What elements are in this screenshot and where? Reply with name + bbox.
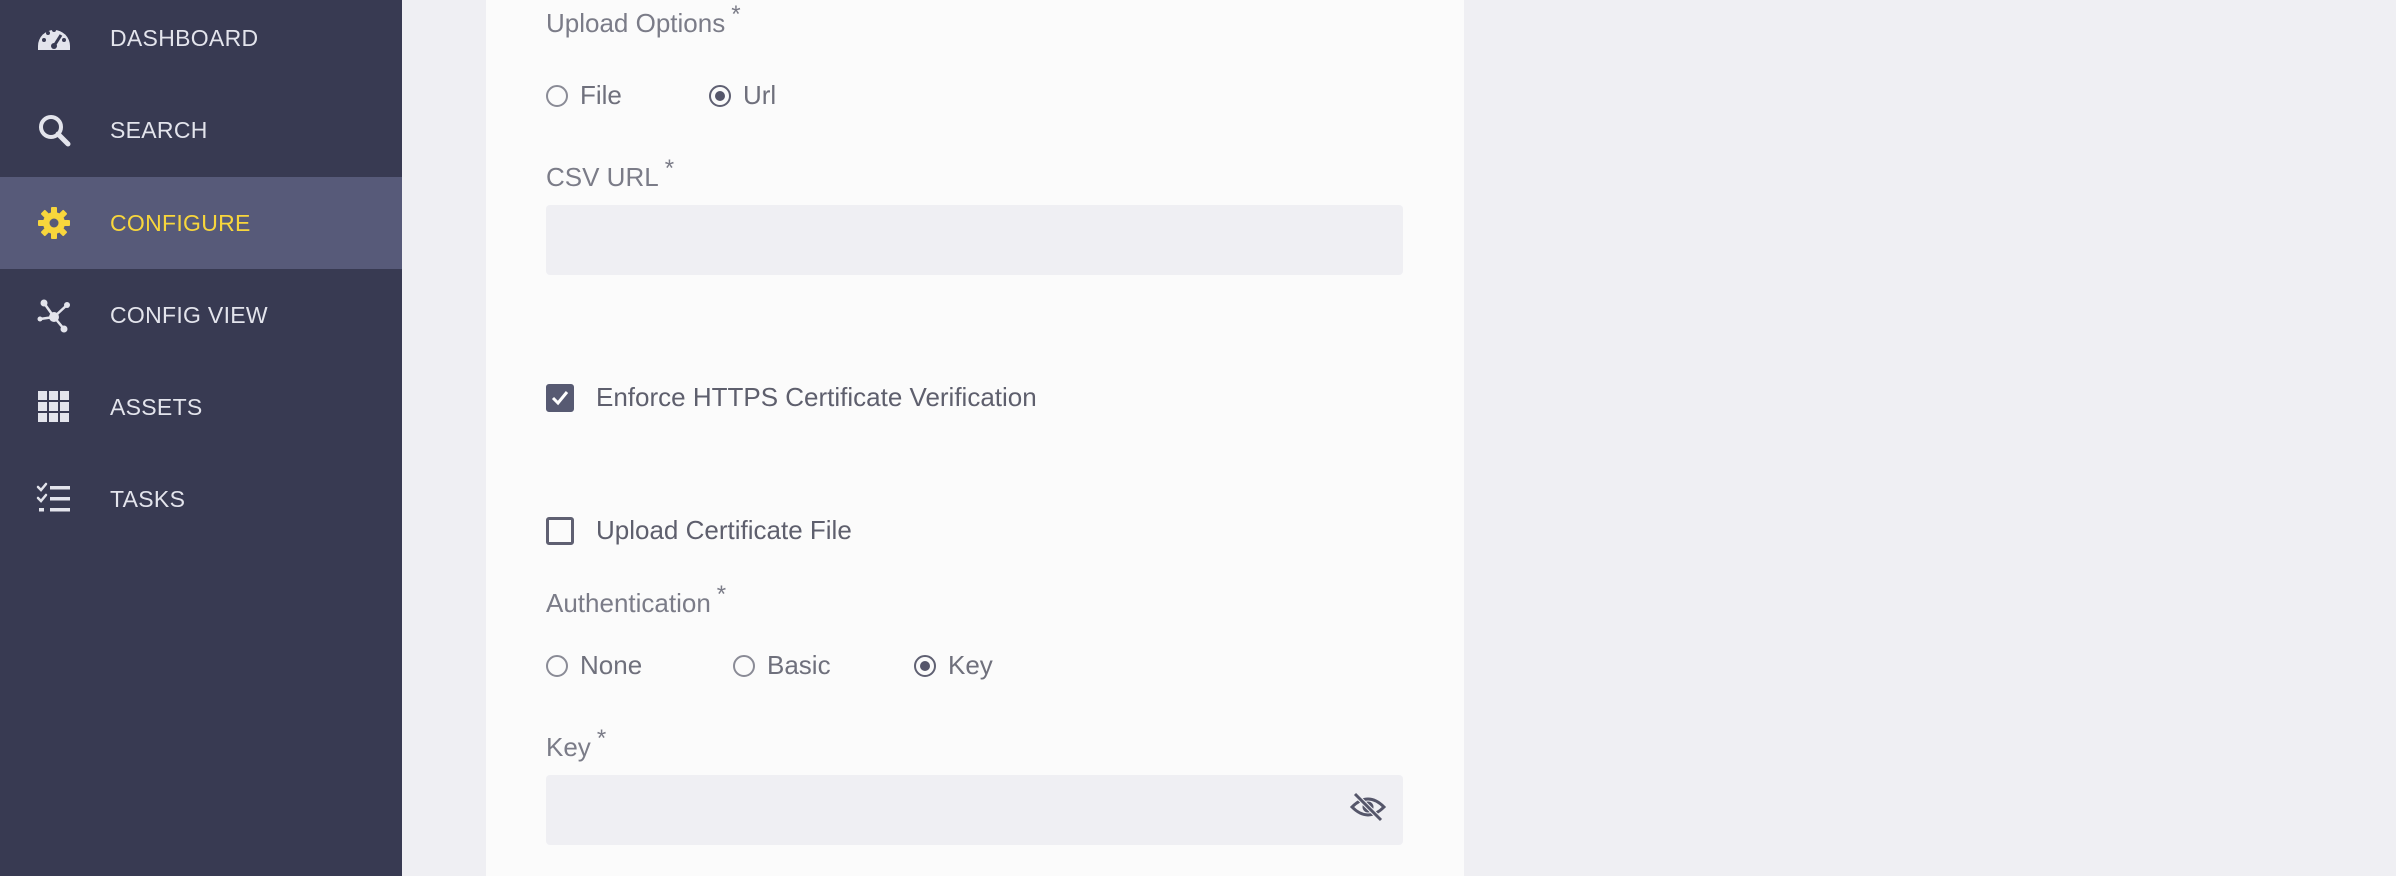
checkbox-label: Enforce HTTPS Certificate Verification <box>596 382 1037 412</box>
sidebar-item-dashboard[interactable]: DASHBOARD <box>0 0 402 84</box>
dashboard-icon <box>36 20 72 56</box>
grid-icon <box>36 389 72 425</box>
sidebar-item-configure[interactable]: CONFIGURE <box>0 177 402 269</box>
sidebar: DASHBOARD SEARCH CONFIGURE CONFIG VIEW A… <box>0 0 402 876</box>
sidebar-item-label: CONFIGURE <box>110 210 251 236</box>
required-marker: * <box>664 155 675 182</box>
upload-option-url-radio[interactable]: Url <box>709 80 776 111</box>
checkbox-unchecked-icon <box>546 516 574 545</box>
radio-label: Basic <box>767 650 831 680</box>
radio-unchecked-icon <box>546 654 568 677</box>
sidebar-item-assets[interactable]: ASSETS <box>0 361 402 453</box>
csv-url-label: CSV URL * <box>546 155 674 193</box>
checkbox-checked-icon <box>546 383 574 412</box>
required-marker: * <box>731 1 741 28</box>
radio-unchecked-icon <box>733 654 755 677</box>
graph-icon <box>36 297 72 333</box>
sidebar-item-search[interactable]: SEARCH <box>0 84 402 176</box>
sidebar-item-label: CONFIG VIEW <box>110 302 268 328</box>
sidebar-item-tasks[interactable]: TASKS <box>0 453 402 545</box>
upload-options-label: Upload Options * <box>546 1 741 39</box>
key-label: Key * <box>546 725 606 763</box>
form-panel: Upload Options * File Url CSV URL * Enforc… <box>486 0 1464 876</box>
enforce-https-checkbox[interactable]: Enforce HTTPS Certificate Verification <box>546 382 1037 413</box>
search-icon <box>36 112 72 148</box>
authentication-label: Authentication * <box>546 581 726 619</box>
upload-options-label-text: Upload Options <box>546 8 726 38</box>
sidebar-item-label: ASSETS <box>110 394 203 420</box>
radio-checked-icon <box>709 84 731 107</box>
csv-url-label-text: CSV URL <box>546 162 659 192</box>
auth-key-radio[interactable]: Key <box>914 650 993 681</box>
authentication-label-text: Authentication <box>546 588 711 618</box>
radio-unchecked-icon <box>546 84 568 107</box>
checklist-icon <box>36 481 72 517</box>
gear-icon <box>36 205 72 241</box>
radio-label: None <box>580 650 643 680</box>
upload-option-file-radio[interactable]: File <box>546 80 622 111</box>
sidebar-item-label: DASHBOARD <box>110 25 259 51</box>
radio-label: File <box>580 80 622 110</box>
auth-none-radio[interactable]: None <box>546 650 642 681</box>
key-label-text: Key <box>546 732 591 762</box>
required-marker: * <box>596 725 607 752</box>
sidebar-item-label: TASKS <box>110 486 186 512</box>
radio-label: Url <box>743 80 777 110</box>
eye-off-icon[interactable] <box>1348 790 1388 824</box>
checkbox-label: Upload Certificate File <box>596 515 852 545</box>
key-input[interactable] <box>546 775 1403 845</box>
sidebar-item-label: SEARCH <box>110 117 208 143</box>
radio-checked-icon <box>914 654 936 677</box>
sidebar-item-config-view[interactable]: CONFIG VIEW <box>0 269 402 361</box>
radio-label: Key <box>948 650 993 680</box>
auth-basic-radio[interactable]: Basic <box>733 650 831 681</box>
csv-url-input[interactable] <box>546 205 1403 275</box>
required-marker: * <box>716 581 727 608</box>
upload-certificate-checkbox[interactable]: Upload Certificate File <box>546 515 852 546</box>
